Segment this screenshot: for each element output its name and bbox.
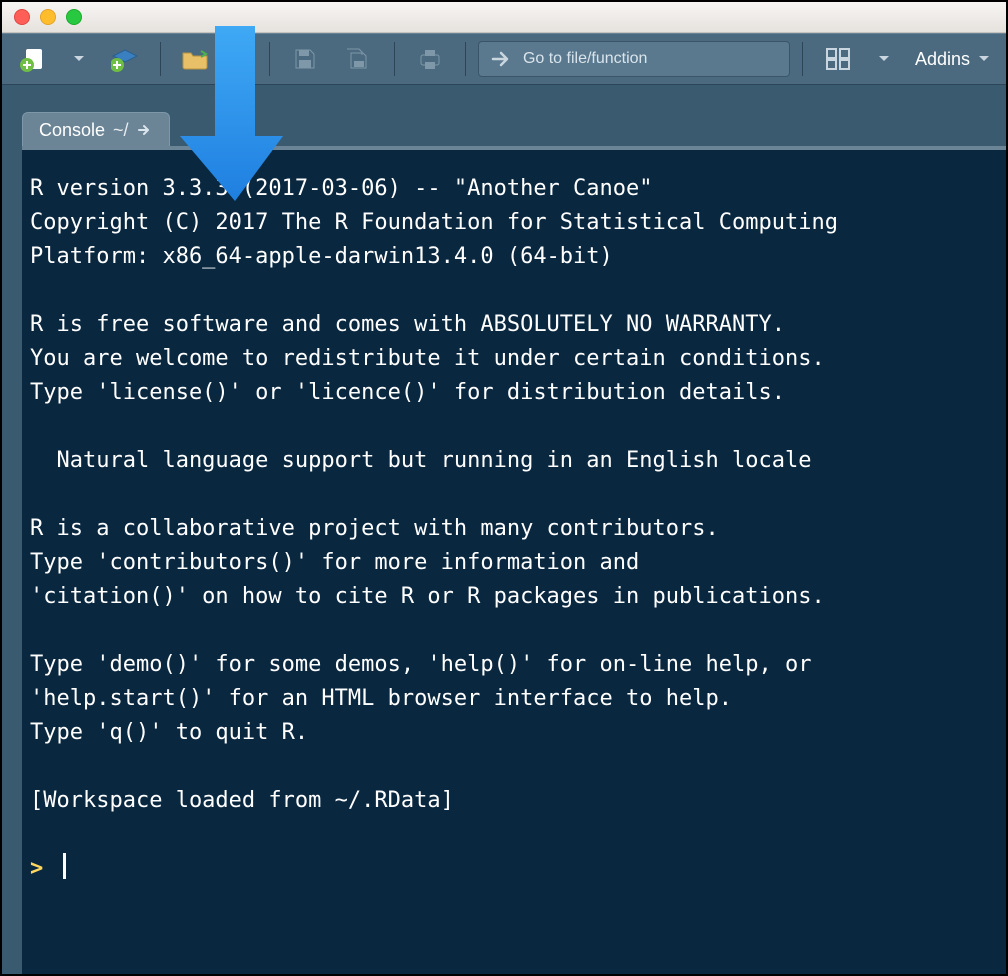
new-file-dropdown[interactable] bbox=[64, 42, 94, 76]
print-icon bbox=[417, 47, 443, 71]
new-project-icon bbox=[111, 46, 139, 72]
goto-arrow-icon bbox=[491, 50, 513, 68]
cursor-caret bbox=[63, 853, 66, 879]
console-text: R version 3.3.3 (2017-03-06) -- "Another… bbox=[30, 176, 838, 813]
caret-down-icon bbox=[978, 53, 990, 65]
new-project-button[interactable] bbox=[102, 42, 148, 76]
save-all-icon bbox=[345, 47, 373, 71]
main-toolbar: Go to file/function Addins bbox=[2, 33, 1006, 85]
titlebar bbox=[2, 2, 1006, 33]
tab-console[interactable]: Console ~/ bbox=[22, 112, 170, 147]
tab-console-label: Console bbox=[39, 120, 105, 141]
print-button[interactable] bbox=[407, 42, 453, 76]
save-all-button[interactable] bbox=[336, 42, 382, 76]
window-close-button[interactable] bbox=[14, 9, 30, 25]
open-folder-icon bbox=[181, 47, 211, 71]
new-file-button[interactable] bbox=[10, 42, 56, 76]
addins-label: Addins bbox=[915, 49, 970, 70]
panes-icon bbox=[826, 48, 850, 70]
window-minimize-button[interactable] bbox=[40, 9, 56, 25]
goto-file-function-input[interactable]: Go to file/function bbox=[478, 41, 790, 77]
open-file-button[interactable] bbox=[173, 42, 219, 76]
open-recent-dropdown[interactable] bbox=[227, 42, 257, 76]
save-button[interactable] bbox=[282, 42, 328, 76]
caret-down-icon bbox=[879, 54, 889, 64]
goto-placeholder: Go to file/function bbox=[523, 50, 648, 68]
addins-menu[interactable]: Addins bbox=[907, 42, 998, 76]
pane-tabstrip: Console ~/ bbox=[22, 113, 1006, 147]
panes-button[interactable] bbox=[815, 42, 861, 76]
caret-down-icon bbox=[74, 54, 84, 64]
window-zoom-button[interactable] bbox=[66, 9, 82, 25]
caret-down-icon bbox=[237, 54, 247, 64]
console-output[interactable]: R version 3.3.3 (2017-03-06) -- "Another… bbox=[22, 146, 1006, 974]
new-file-icon bbox=[20, 46, 46, 72]
save-icon bbox=[293, 47, 317, 71]
console-prompt: > bbox=[30, 856, 43, 881]
tab-console-wd: ~/ bbox=[113, 120, 129, 141]
goto-wd-icon[interactable] bbox=[137, 122, 153, 138]
rstudio-window: Go to file/function Addins Console ~/ bbox=[0, 0, 1008, 976]
panes-dropdown[interactable] bbox=[869, 42, 899, 76]
